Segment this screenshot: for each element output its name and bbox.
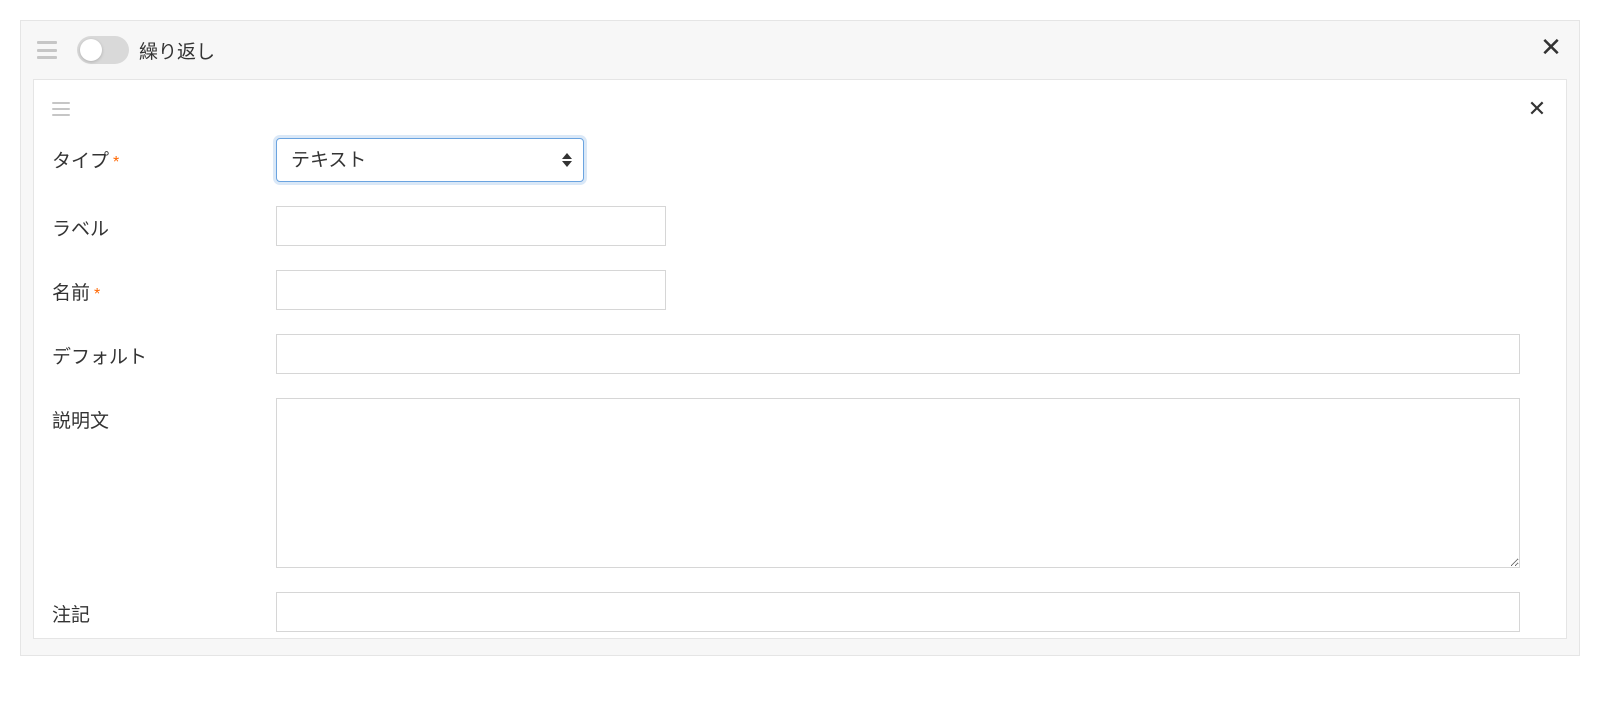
type-select-wrap: テキスト xyxy=(276,138,584,182)
row-type: タイプ* テキスト xyxy=(52,138,1548,182)
row-label: ラベル xyxy=(52,206,1548,246)
label-field-label: ラベル xyxy=(52,206,276,241)
description-textarea[interactable] xyxy=(276,398,1520,568)
required-star: * xyxy=(94,286,100,303)
close-icon[interactable]: ✕ xyxy=(1539,35,1563,59)
default-input[interactable] xyxy=(276,334,1520,374)
repeat-toggle-label: 繰り返し xyxy=(139,37,215,64)
name-label: 名前* xyxy=(52,270,276,305)
repeat-toggle[interactable] xyxy=(77,36,129,64)
label-input[interactable] xyxy=(276,206,666,246)
description-label: 説明文 xyxy=(52,398,276,433)
toggle-knob xyxy=(80,39,102,61)
close-icon[interactable]: ✕ xyxy=(1526,98,1548,120)
label-text: 注記 xyxy=(52,605,90,626)
name-input[interactable] xyxy=(276,270,666,310)
inner-header: ✕ xyxy=(52,98,1548,120)
label-text: 説明文 xyxy=(52,411,109,432)
label-text: 名前 xyxy=(52,283,90,304)
row-name: 名前* xyxy=(52,270,1548,310)
panel-header: 繰り返し ✕ xyxy=(21,21,1579,79)
label-text: ラベル xyxy=(52,219,109,240)
label-text: デフォルト xyxy=(52,347,147,368)
note-input[interactable] xyxy=(276,592,1520,632)
type-select[interactable]: テキスト xyxy=(276,138,584,182)
note-label: 注記 xyxy=(52,592,276,627)
field-config-panel: ✕ タイプ* テキスト ラベル 名前* xyxy=(33,79,1567,639)
row-default: デフォルト xyxy=(52,334,1548,374)
drag-handle-icon[interactable] xyxy=(37,41,57,59)
type-label: タイプ* xyxy=(52,138,276,173)
label-text: タイプ xyxy=(52,151,109,172)
required-star: * xyxy=(113,154,119,171)
default-label: デフォルト xyxy=(52,334,276,369)
drag-handle-icon[interactable] xyxy=(52,102,70,116)
row-description: 説明文 xyxy=(52,398,1548,568)
repeater-panel: 繰り返し ✕ ✕ タイプ* テキスト xyxy=(20,20,1580,656)
row-note: 注記 xyxy=(52,592,1548,632)
